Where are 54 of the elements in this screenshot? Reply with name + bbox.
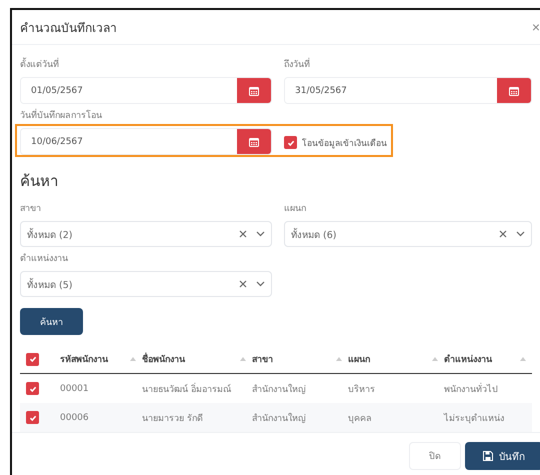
checkbox[interactable] xyxy=(26,382,39,395)
date-field[interactable]: 31/05/2567 xyxy=(284,77,532,104)
dialog-title: คำนวณบันทึกเวลา xyxy=(20,20,117,36)
section-heading: ค้นหา xyxy=(20,171,59,192)
checkbox-label: โอนข้อมูลเข้าเงินเดือน xyxy=(302,137,387,150)
calendar-button[interactable] xyxy=(497,78,531,103)
save-button[interactable]: บันทึก xyxy=(465,442,540,470)
checkbox[interactable] xyxy=(26,411,39,424)
column-header[interactable]: แผนก xyxy=(348,352,370,366)
select-field[interactable]: ทั้งหมด (5) xyxy=(20,271,272,297)
column-header[interactable]: ชื่อพนักงาน xyxy=(142,352,185,366)
checkbox[interactable] xyxy=(284,136,297,149)
chevron-down-icon[interactable] xyxy=(256,231,265,237)
table-cell-text: สำนักงานใหญ่ xyxy=(252,382,307,396)
table-cell-text: บุคคล xyxy=(348,412,373,424)
select-field[interactable]: ทั้งหมด (2) xyxy=(20,221,272,247)
checkmark-icon xyxy=(28,414,36,422)
field-label: ถึงวันที่ xyxy=(284,57,532,71)
table-cell-text: บริหาร xyxy=(348,384,376,396)
field-label: ตั้งแต่วันที่ xyxy=(20,57,272,71)
field-label: แผนก xyxy=(284,203,307,215)
table-cell-text: นายธนวัฒน์ อิ่มอารมณ์ xyxy=(142,382,232,396)
column-header[interactable]: สาขา xyxy=(252,352,273,366)
clear-icon[interactable] xyxy=(239,230,247,238)
field-label: วันที่บันทึกผลการโอน xyxy=(20,108,272,122)
search-button[interactable]: ค้นหา xyxy=(20,308,83,335)
clear-icon[interactable] xyxy=(499,230,507,238)
clear-icon[interactable] xyxy=(239,280,247,288)
table-cell-text: นายมารวย รักดี xyxy=(142,412,204,424)
checkmark-icon xyxy=(28,355,36,363)
calendar-icon xyxy=(249,136,259,146)
table-cell-text: 00006 xyxy=(60,412,90,422)
field-label: สาขา xyxy=(20,203,42,215)
checkmark-icon xyxy=(28,384,36,392)
column-header[interactable]: รหัสพนักงาน xyxy=(60,352,108,366)
table-cell-text: พนักงานทั่วไป xyxy=(444,382,499,396)
column-header[interactable]: ตำแหน่งงาน xyxy=(444,352,492,366)
calendar-icon xyxy=(509,86,519,96)
select-field[interactable]: ทั้งหมด (6) xyxy=(284,221,532,247)
date-field[interactable]: 10/06/2567 xyxy=(20,128,272,155)
chevron-down-icon[interactable] xyxy=(256,281,265,287)
close-button[interactable]: ปิด xyxy=(409,442,461,470)
field-label: ตำแหน่งงาน xyxy=(20,252,69,265)
table-cell-text: สำนักงานใหญ่ xyxy=(252,412,307,424)
calendar-icon xyxy=(249,86,259,96)
table-cell-text: ไม่ระบุตำแหน่ง xyxy=(444,412,505,424)
checkbox[interactable] xyxy=(26,352,39,366)
table-cell-text: 00001 xyxy=(60,384,90,394)
calendar-button[interactable] xyxy=(237,129,271,154)
checkmark-icon xyxy=(286,138,294,146)
chevron-down-icon[interactable] xyxy=(516,231,525,237)
calendar-button[interactable] xyxy=(237,78,271,103)
close-button[interactable]: × xyxy=(532,19,540,35)
date-field[interactable]: 01/05/2567 xyxy=(20,77,272,104)
